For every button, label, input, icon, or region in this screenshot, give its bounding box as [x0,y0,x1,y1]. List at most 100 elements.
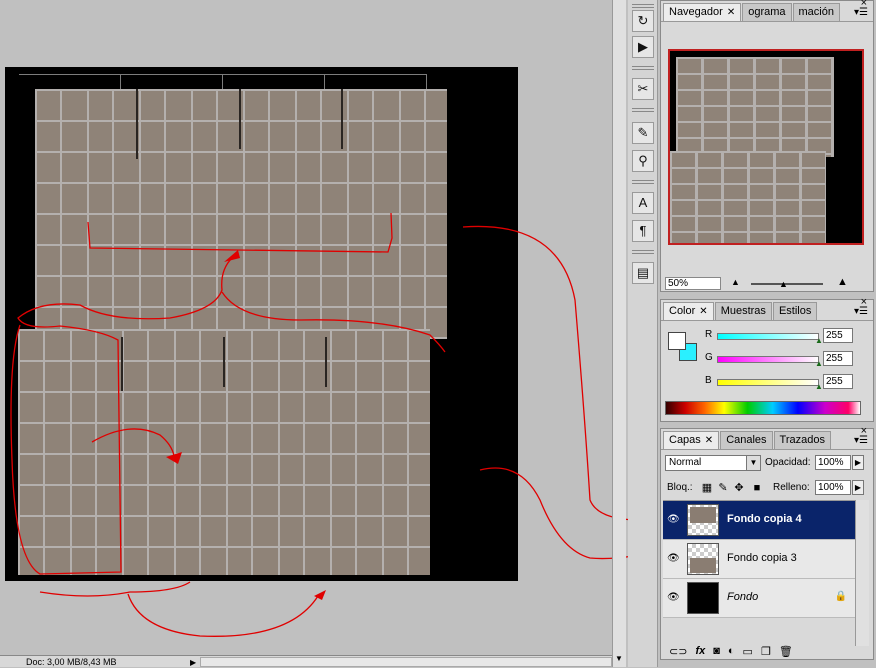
layer-row-fondo[interactable]: 👁 Fondo 🔒 [663,579,855,618]
tab-label: mación [798,6,834,18]
navigator-panel: Navegador ✕ ograma mación × ▾☰ 50% ▲ ▲ ▲ [660,0,874,292]
fill-label: Relleno: [773,482,810,493]
scroll-down-arrow-icon[interactable]: ▼ [615,654,623,663]
brushes-icon[interactable]: ✎ [632,122,654,144]
tab-navegador[interactable]: Navegador ✕ [663,3,742,21]
layer-row-fondo-copia-4[interactable]: 👁 Fondo copia 4 [663,501,855,540]
layer-thumbnail [687,504,719,536]
document-canvas[interactable] [5,67,518,581]
channel-label: B [705,375,712,386]
link-icon[interactable]: ⊂⊃ [669,645,687,661]
channel-slider[interactable] [717,333,819,340]
guide-tick [426,74,427,89]
panel-menu-icon[interactable]: ▾☰ [854,435,868,446]
new-layer-icon[interactable]: ❐ [761,645,771,661]
layer-name[interactable]: Fondo [727,591,758,603]
channel-label: R [705,329,713,340]
zoom-field[interactable]: 50% [665,277,721,290]
layer-comps-icon[interactable]: ▤ [632,262,654,284]
blend-mode-select[interactable]: Normal ▼ [665,455,761,471]
panel-menu-icon[interactable]: ▾☰ [854,7,868,18]
layer-name[interactable]: Fondo copia 4 [727,513,802,525]
foreground-color-swatch[interactable] [668,332,686,350]
tab-label: Canales [726,434,767,446]
channel-slider[interactable] [717,379,819,386]
channel-row-r: R ▲ 255 [705,328,865,345]
navigator-preview[interactable] [668,49,864,245]
mask-icon[interactable]: ◙ [713,645,720,661]
channel-value[interactable]: 255 [823,374,853,389]
status-menu-arrow-icon[interactable]: ▶ [190,657,196,668]
lock-position-icon[interactable]: ✥ [733,482,745,494]
clone-source-icon[interactable]: ⚲ [632,150,654,172]
panel-divider [661,320,873,321]
opacity-field[interactable]: 100% [815,455,851,470]
adjustment-icon[interactable]: ◐ [728,645,735,661]
dock-grip[interactable] [632,250,654,254]
horizontal-scrollbar[interactable] [200,657,612,667]
close-icon[interactable]: ✕ [699,306,707,317]
tab-informacion[interactable]: mación [792,3,840,21]
character-icon[interactable]: A [632,192,654,214]
close-icon[interactable]: ✕ [705,435,713,446]
group-icon[interactable]: ▭ [743,645,753,661]
layers-tabs: Capas ✕ Canales Trazados [663,431,843,449]
panel-divider [661,21,873,22]
panel-dock-strip: ↻ ▶ ✂ ✎ ⚲ A ¶ ▤ [628,0,658,667]
dock-grip[interactable] [632,4,654,8]
tile-seam [121,337,123,391]
zoom-in-icon[interactable]: ▲ [837,276,848,288]
layer-name[interactable]: Fondo copia 3 [727,552,797,564]
visibility-eye-icon[interactable]: 👁 [667,592,680,603]
tab-canales[interactable]: Canales [720,431,773,449]
guide-tick [120,74,121,89]
history-icon[interactable]: ↻ [632,10,654,32]
close-icon[interactable]: ✕ [727,7,735,18]
opacity-arrow-icon[interactable]: ▶ [852,455,864,470]
vertical-scrollbar[interactable]: ▼ [612,0,626,667]
chevron-down-icon[interactable]: ▼ [746,456,760,470]
visibility-eye-icon[interactable]: 👁 [667,553,680,564]
dock-grip[interactable] [632,66,654,70]
layer-row-fondo-copia-3[interactable]: 👁 Fondo copia 3 [663,540,855,579]
zoom-out-icon[interactable]: ▲ [731,277,740,287]
navigator-tabs: Navegador ✕ ograma mación [663,3,843,21]
document-size-info[interactable]: Doc: 3,00 MB/8,43 MB [26,657,117,668]
slider-thumb-icon[interactable]: ▲ [815,359,823,368]
layers-scrollbar[interactable] [855,500,869,646]
tab-histograma[interactable]: ograma [742,3,792,21]
fill-arrow-icon[interactable]: ▶ [852,480,864,495]
paragraph-icon[interactable]: ¶ [632,220,654,242]
channel-slider[interactable] [717,356,819,363]
tab-muestras[interactable]: Muestras [714,302,772,320]
panel-menu-icon[interactable]: ▾☰ [854,306,868,317]
trash-icon[interactable]: 🗑 [779,645,793,661]
channel-value[interactable]: 255 [823,351,853,366]
document-workspace[interactable] [0,0,612,655]
dock-grip[interactable] [632,108,654,112]
guide-tick [324,74,325,89]
channel-value[interactable]: 255 [823,328,853,343]
tab-capas[interactable]: Capas ✕ [663,431,720,449]
tab-trazados[interactable]: Trazados [773,431,831,449]
fill-field[interactable]: 100% [815,480,851,495]
lock-all-icon[interactable]: ■ [751,482,763,494]
tab-label: Color [669,305,696,317]
status-bar: Doc: 3,00 MB/8,43 MB ▶ [0,655,612,667]
lock-transparency-icon[interactable]: ▦ [701,482,713,494]
slider-thumb-icon[interactable]: ▲ [815,336,823,345]
visibility-eye-icon[interactable]: 👁 [667,514,680,525]
tab-color[interactable]: Color ✕ [663,302,714,320]
dock-grip[interactable] [632,180,654,184]
zoom-slider-thumb[interactable]: ▲ [779,279,788,289]
layers-panel: Capas ✕ Canales Trazados × ▾☰ Normal ▼ Op… [660,425,874,661]
slider-thumb-icon[interactable]: ▲ [815,382,823,391]
opacity-label: Opacidad: [765,457,811,468]
guide-tick [222,74,223,89]
actions-icon[interactable]: ▶ [632,36,654,58]
color-spectrum-ramp[interactable] [665,401,861,415]
fx-icon[interactable]: fx [695,645,705,661]
lock-pixels-icon[interactable]: ✎ [717,482,729,494]
tab-estilos[interactable]: Estilos [772,302,818,320]
tool-presets-icon[interactable]: ✂ [632,78,654,100]
